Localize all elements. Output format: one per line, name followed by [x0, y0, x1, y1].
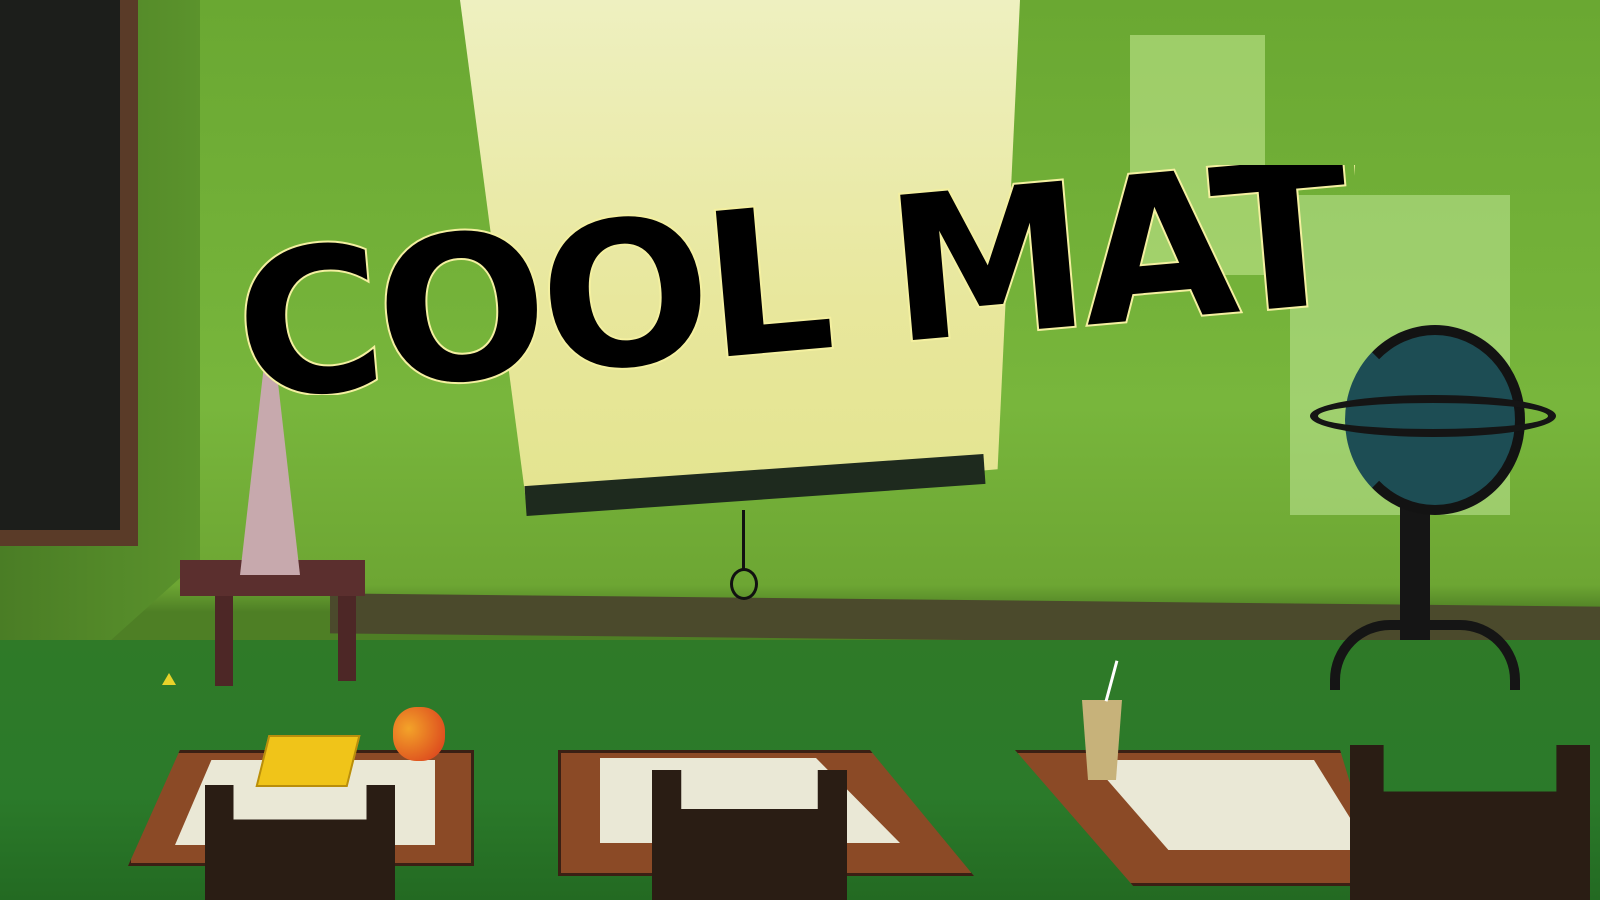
title-logo-text: COOL MATH — [235, 165, 1355, 395]
screen-pull-ring — [730, 568, 758, 600]
stool-leg — [338, 596, 356, 681]
stool-leg — [215, 596, 233, 686]
title-logo: COOL MATH — [235, 165, 1355, 395]
globe-ring — [1310, 395, 1556, 437]
cone-model — [240, 365, 300, 575]
globe-foot — [1330, 620, 1520, 690]
chalkboard — [0, 0, 138, 546]
book — [255, 735, 361, 787]
apple — [393, 707, 445, 761]
globe-stand — [1400, 500, 1430, 640]
coffee-cup — [1082, 700, 1122, 780]
screen-pull-cord — [742, 510, 745, 570]
classroom-scene: COOL MATH — [0, 0, 1600, 900]
